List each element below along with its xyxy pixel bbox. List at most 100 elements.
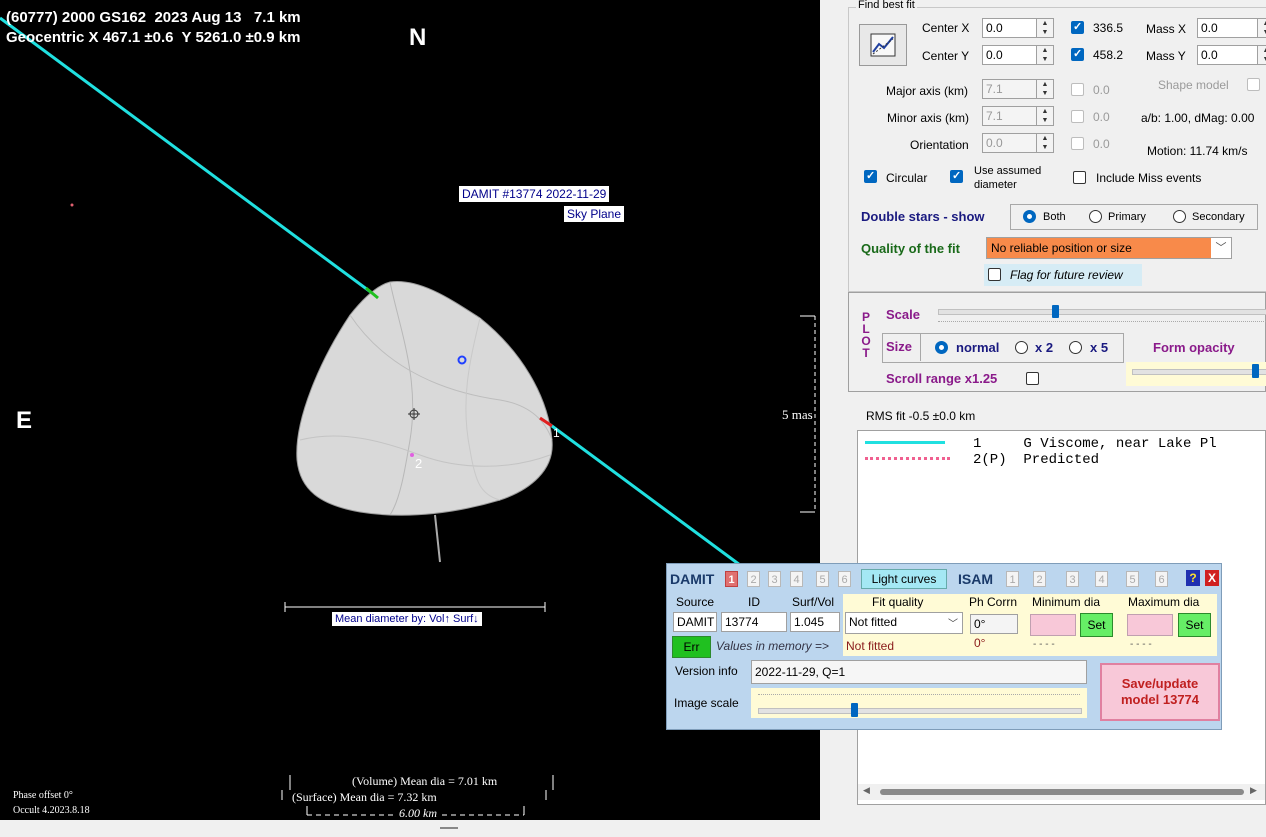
fit-quality-dropdown[interactable]: Not fitted ﹀ [845,612,963,634]
max-dia-header: Maximum dia [1128,595,1200,609]
size-normal-radio[interactable] [935,341,948,354]
major-axis-spinner[interactable]: 7.1 ▲ ▼ [982,79,1054,99]
damit-model-5[interactable]: 5 [816,571,829,587]
min-dia-input[interactable] [1030,614,1076,636]
set-min-dia-button[interactable]: Set [1080,613,1113,637]
damit-model-2[interactable]: 2 [747,571,760,587]
size-normal-label: normal [956,340,1000,355]
resize-grip[interactable] [440,827,458,829]
rms-fit-readout: RMS fit -0.5 ±0.0 km [866,409,976,423]
err-button[interactable]: Err [672,636,711,658]
id-header: ID [748,595,760,609]
mass-y-spinner[interactable]: 0.0▲▼ [1197,45,1266,65]
east-label: E [16,407,33,434]
scroll-range-label: Scroll range x1.25 [886,371,998,386]
center-y-fit-value: 458.2 [1093,48,1124,62]
legend-line-dotted [865,457,950,464]
size-x5-radio[interactable] [1069,341,1082,354]
circular-checkbox[interactable] [864,169,877,183]
legend-line-solid [865,441,945,444]
scrollbar-thumb[interactable] [880,789,1244,795]
circular-label: Circular [886,171,928,185]
isam-model-5[interactable]: 5 [1126,571,1139,587]
orientation-spinner[interactable]: 0.0 ▲ ▼ [982,133,1054,153]
isam-model-2[interactable]: 2 [1033,571,1046,587]
phase-offset: Phase offset 0° [13,790,73,801]
quality-fit-dropdown[interactable]: No reliable position or size ﹀ [986,237,1232,259]
flag-review-checkbox[interactable] [988,268,1001,281]
size-label: Size [886,339,913,354]
center-y-fit-checkbox[interactable] [1071,47,1084,61]
scale-slider-ticks [938,321,1266,326]
use-assumed-checkbox[interactable] [950,169,963,183]
status-strip [0,820,848,837]
version-info-value[interactable]: 2022-11-29, Q=1 [751,660,1087,684]
event-title: (60777) 2000 GS162 2023 Aug 13 7.1 km [6,9,301,26]
double-secondary-radio[interactable] [1173,210,1186,223]
orientation-label: Orientation [910,138,969,152]
double-stars-label: Double stars - show [861,209,985,224]
form-opacity-thumb[interactable] [1252,364,1259,378]
set-max-dia-button[interactable]: Set [1178,613,1211,637]
size-group [882,333,1124,363]
chord-2-label: 2 [415,456,423,471]
shape-model-checkbox[interactable] [1247,78,1260,91]
scroll-right-icon[interactable]: ▶ [1250,785,1257,796]
image-scale-thumb[interactable] [851,703,858,717]
double-primary-label: Primary [1108,211,1146,223]
scroll-range-checkbox[interactable] [1026,372,1039,385]
sky-plane-label: Sky Plane [564,206,625,222]
center-x-fit-checkbox[interactable] [1071,20,1084,34]
scroll-left-icon[interactable]: ◀ [863,785,870,796]
mass-y-label: Mass Y [1146,49,1186,63]
mass-x-spinner[interactable]: 0.0▲▼ [1197,18,1266,38]
damit-model-6[interactable]: 6 [838,571,851,587]
find-best-fit-button[interactable] [859,24,907,66]
damit-model-4[interactable]: 4 [790,571,803,587]
asteroid-shape [296,281,553,516]
values-in-memory-label: Values in memory => [716,639,829,653]
surface-mean-dia: (Surface) Mean dia = 7.32 km [292,790,437,804]
form-opacity-slider[interactable] [1132,369,1266,375]
mean-dia-method[interactable]: Mean diameter by: Vol↑ Surf↓ [332,612,482,626]
ab-dmag-readout: a/b: 1.00, dMag: 0.00 [1141,111,1255,125]
minor-axis-spinner[interactable]: 7.1 ▲ ▼ [982,106,1054,126]
scale-slider-track[interactable] [938,309,1266,315]
quality-fit-label: Quality of the fit [861,241,960,256]
center-y-spinner[interactable]: 0.0 ▲ ▼ [982,45,1054,65]
help-icon[interactable]: ? [1186,570,1200,586]
close-icon[interactable]: X [1205,570,1219,586]
max-dia-input[interactable] [1127,614,1173,636]
image-scale-ticks [758,694,1080,699]
image-scale-slider[interactable] [758,708,1082,714]
minor-axis-fit-checkbox[interactable] [1071,110,1084,123]
scale-slider-thumb[interactable] [1052,305,1059,318]
isam-model-3[interactable]: 3 [1066,571,1079,587]
double-primary-radio[interactable] [1089,210,1102,223]
major-axis-fit-checkbox[interactable] [1071,83,1084,96]
center-x-spinner[interactable]: 0.0 ▲ ▼ [982,18,1054,38]
include-miss-checkbox[interactable] [1073,171,1086,184]
isam-model-6[interactable]: 6 [1155,571,1168,587]
phcorr-value[interactable]: 0° [970,614,1018,634]
orientation-fit-checkbox[interactable] [1071,137,1084,150]
best-fit-chart-icon [870,33,896,57]
double-both-radio[interactable] [1023,210,1036,223]
minor-axis-fit-value: 0.0 [1093,110,1110,124]
fit-quality-header: Fit quality [872,595,924,609]
isam-title: ISAM [958,571,993,587]
center-x-label: Center X [922,21,970,35]
plot-vertical-label: PLOT [861,310,871,360]
damit-model-3[interactable]: 3 [768,571,781,587]
light-curves-button[interactable]: Light curves [861,569,947,589]
isam-model-1[interactable]: 1 [1006,571,1019,587]
save-update-model-button[interactable]: Save/update model 13774 [1100,663,1220,721]
size-x2-radio[interactable] [1015,341,1028,354]
source-value: DAMIT [673,612,717,632]
form-opacity-label: Form opacity [1153,340,1235,355]
isam-model-4[interactable]: 4 [1095,571,1108,587]
shape-model-label: Shape model [1158,78,1229,92]
damit-model-1[interactable]: 1 [725,571,738,587]
north-label: N [409,24,427,51]
legend-row-1: 1 G Viscome, near Lake Pl [973,436,1217,452]
